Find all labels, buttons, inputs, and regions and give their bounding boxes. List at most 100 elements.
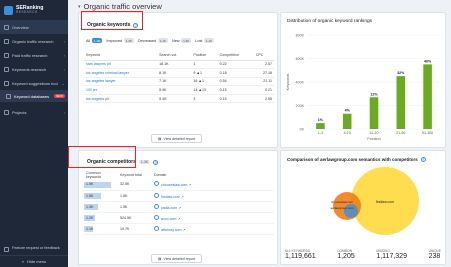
chart-bar[interactable]: [316, 123, 325, 129]
x-tick-label: 51-100: [422, 131, 433, 135]
filter-count: 1.1K: [157, 38, 168, 43]
sidebar-item-overview[interactable]: Overview: [0, 20, 68, 34]
sidebar-item-paid-traffic[interactable]: Paid traffic research ›: [0, 48, 68, 62]
bulb-icon: [4, 80, 9, 86]
table-row: los angeles lawyer 7.1K 16 ▲1 0.54 21.11: [84, 77, 274, 87]
sidebar: SERanking RESEARCH Overview Organic traff…: [0, 0, 68, 267]
filter-label: Decreased: [137, 38, 157, 43]
logo[interactable]: SERanking RESEARCH: [0, 0, 68, 20]
y-tick-label: 400K: [296, 80, 305, 84]
external-link-icon[interactable]: ↗: [178, 206, 181, 210]
domain-link[interactable]: chouseslaw.com: [161, 183, 187, 187]
keyword-link[interactable]: 100 jer: [84, 85, 158, 95]
sidebar-item-keyword-databases[interactable]: Keyword databases NEW: [0, 90, 68, 102]
venn-label: findlaw.com: [376, 200, 394, 204]
competition: 0.15: [217, 85, 254, 95]
stat-value: 238: [428, 253, 441, 260]
filter-new[interactable]: New 1.3K: [172, 38, 192, 43]
chevron-down-icon: ⌄: [61, 80, 65, 86]
view-detailed-report-button[interactable]: ▤ View detailed report: [151, 134, 203, 143]
feature-request-link[interactable]: Feature request or feedback: [0, 243, 68, 255]
external-link-icon[interactable]: ↗: [181, 195, 184, 199]
table-header-row: Keyword Search vol. Position Competition…: [84, 51, 274, 61]
chart-bar[interactable]: [423, 64, 432, 129]
search-volume: 5.4K: [157, 85, 192, 95]
hide-menu-button[interactable]: « Hide menu: [0, 255, 68, 267]
distribution-bar-chart: 0K 200K 400K 600K 800K Keywords 1% 1-3 4% 4-10 12%…: [286, 33, 441, 141]
help-icon[interactable]: ?: [153, 159, 159, 165]
external-link-icon[interactable]: ↗: [177, 217, 180, 221]
competition: 0.54: [217, 77, 254, 87]
feature-request-label: Feature request or feedback: [12, 246, 60, 250]
filter-decreased[interactable]: Decreased 1.1K: [138, 38, 168, 43]
y-tick-label: 600K: [296, 57, 305, 61]
column-header[interactable]: Competition: [217, 51, 254, 61]
chart-bar[interactable]: [369, 97, 379, 129]
external-link-icon[interactable]: ↗: [188, 183, 191, 187]
column-header[interactable]: Search vol.: [157, 51, 192, 61]
bar-data-label: 32%: [397, 71, 405, 75]
filter-count: 1.3K: [181, 38, 192, 43]
keywords-table: Keyword Search vol. Position Competition…: [84, 51, 274, 104]
venn-label: chouseslaw.com: [331, 200, 354, 204]
table-row: sam lawyers pit 18.1K 1 0.22 2.57: [84, 60, 274, 70]
position: 14 ▲13: [191, 85, 218, 95]
logo-icon: [4, 5, 13, 15]
domain-cell: attorney.com ↗: [152, 223, 274, 235]
domain-cell: avvo.com ↗: [152, 212, 274, 224]
competition: 0.22: [217, 60, 254, 70]
view-detailed-report-button[interactable]: ▤ View detailed report: [151, 254, 203, 263]
domain-cell: justia.com ↗: [152, 201, 274, 213]
sidebar-item-organic-traffic[interactable]: Organic traffic research ›: [0, 34, 68, 48]
page-title[interactable]: ▾ Organic traffic overview: [78, 2, 162, 11]
domain-cell: chouseslaw.com ↗: [152, 179, 274, 191]
position: 1: [191, 60, 218, 70]
column-header[interactable]: CPC: [253, 51, 274, 61]
sidebar-item-projects[interactable]: Projects ›: [0, 105, 68, 119]
domain-link[interactable]: findlaw.com: [161, 195, 180, 199]
filter-label: Improved: [106, 38, 123, 43]
column-header[interactable]: Common keywords: [84, 171, 118, 179]
table-row: 100 jer 5.4K 14 ▲13 0.15 0.21: [84, 85, 274, 95]
domain-link[interactable]: avvo.com: [161, 217, 176, 221]
view-report-label: View detailed report: [163, 256, 196, 261]
competitors-count-badge: 1.3K: [138, 160, 151, 164]
domain-link[interactable]: attorney.com: [161, 228, 182, 232]
bar-data-label: 12%: [370, 92, 378, 96]
filter-improved[interactable]: Improved 1.3K: [106, 38, 134, 43]
stat-missing: MISSING 1,117,329: [376, 249, 407, 260]
keyword-link[interactable]: los angeles pit: [84, 94, 158, 104]
keyword-link[interactable]: sam lawyers pit: [84, 60, 158, 70]
search-volume: 8.1K: [157, 68, 192, 78]
filter-lost[interactable]: Lost 1.1K: [195, 38, 215, 43]
keyword-link[interactable]: los angeles lawyer: [84, 77, 158, 87]
cpc: 2.95: [253, 94, 274, 104]
external-link-icon[interactable]: ↗: [183, 228, 186, 232]
keyword-link[interactable]: los angeles criminal lawyer: [84, 68, 158, 78]
chart-bar[interactable]: [396, 76, 406, 129]
sidebar-item-keywords-research[interactable]: Keywords research ›: [0, 62, 68, 76]
keyword-total: 10.7K: [118, 223, 152, 235]
favicon-icon: [154, 214, 159, 220]
column-header[interactable]: Domain: [152, 171, 274, 179]
column-header[interactable]: Keyword total: [118, 171, 152, 179]
column-header[interactable]: Keyword: [84, 51, 158, 61]
common-keywords: 1.5K: [86, 193, 94, 198]
domain-link[interactable]: justia.com: [161, 206, 177, 210]
x-tick-label: 21-50: [396, 131, 405, 135]
x-tick-label: 1-3: [318, 131, 323, 135]
common-keywords-cell: 1.2K: [84, 212, 118, 224]
column-header[interactable]: Position: [191, 51, 218, 61]
grid-icon: [4, 24, 9, 30]
dollar-icon: [4, 52, 9, 58]
distribution-chart-card: Distribution of organic keyword rankings…: [280, 12, 446, 148]
filter-all[interactable]: All 1.1M: [86, 38, 103, 43]
table-row: 1.3K 1.5K justia.com ↗: [84, 201, 274, 213]
sidebar-item-label: Projects: [12, 109, 27, 115]
table-row: 1.5K 32.5K chouseslaw.com ↗: [84, 179, 274, 191]
chart-bar[interactable]: [342, 113, 352, 129]
favicon-icon: [154, 225, 159, 231]
chevrons-left-icon: «: [21, 259, 24, 264]
sidebar-item-keyword-suggestions[interactable]: Keyword suggestions tool ⌄: [0, 76, 68, 90]
search-volume: 18.1K: [157, 60, 192, 70]
